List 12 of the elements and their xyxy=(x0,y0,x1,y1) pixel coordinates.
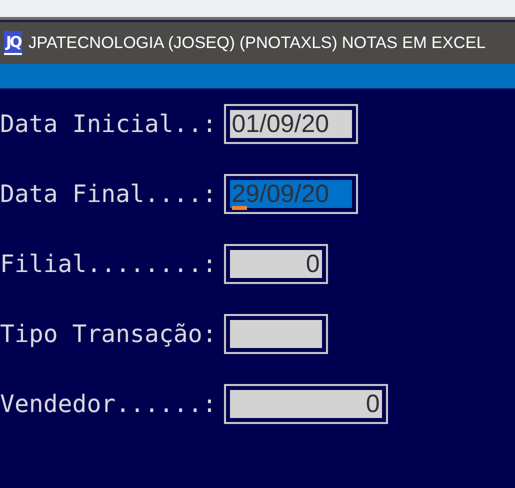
input-field[interactable]: 01/09/20 xyxy=(230,110,352,138)
input-field[interactable] xyxy=(230,320,322,348)
text-cursor xyxy=(232,206,247,210)
input-field[interactable]: 0 xyxy=(230,390,382,418)
field-label: Data Final....: xyxy=(0,180,217,208)
field-label: Tipo Transação: xyxy=(0,320,217,348)
input-field[interactable]: 0 xyxy=(230,250,322,278)
window-title: JPATECNOLOGIA (JOSEQ) (PNOTAXLS) NOTAS EM EXCEL xyxy=(28,34,486,52)
field-label: Filial........: xyxy=(0,250,217,278)
field-label: Vendedor......: xyxy=(0,390,217,418)
app-logo-icon: JQ xyxy=(4,31,22,55)
field-label: Data Inicial..: xyxy=(0,110,217,138)
